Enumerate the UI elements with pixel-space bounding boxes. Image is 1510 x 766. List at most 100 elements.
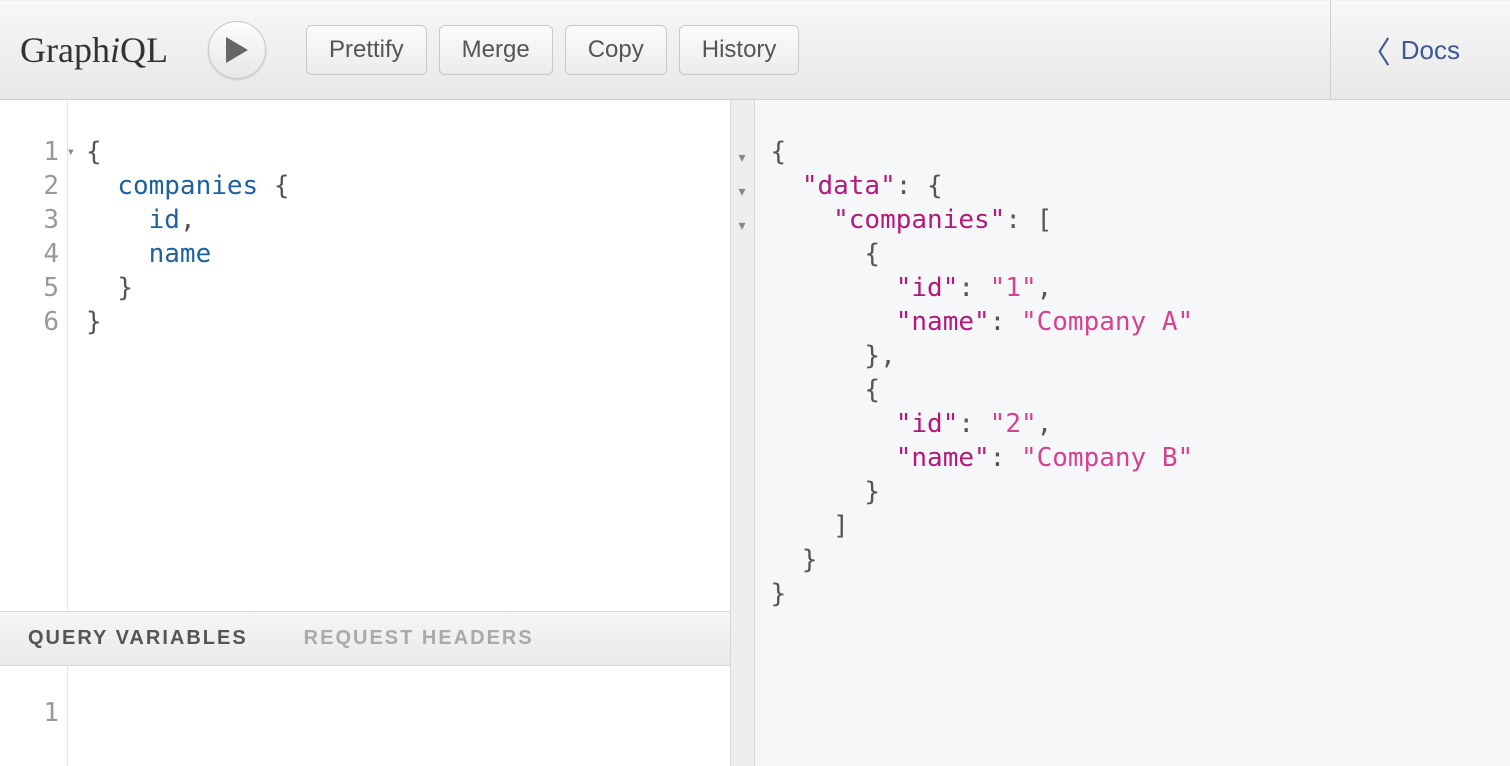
json-punc: }: [771, 545, 818, 575]
json-punc: : {: [896, 171, 943, 201]
json-punc: ,: [1037, 409, 1053, 439]
fold-marker-icon[interactable]: ▾: [738, 174, 745, 208]
line-number: 2: [0, 169, 59, 203]
line-number: 5: [0, 271, 59, 305]
json-punc: :: [990, 307, 1021, 337]
result-line: {: [771, 373, 1501, 407]
json-punc: ,: [1037, 273, 1053, 303]
code-line: }: [86, 271, 720, 305]
json-punc: [771, 171, 802, 201]
query-gutter: 123456: [0, 100, 68, 611]
json-punc: [771, 273, 896, 303]
json-punc: [771, 409, 896, 439]
split-drag-bar[interactable]: ▾▾▾: [731, 100, 755, 766]
field-token: companies: [117, 171, 258, 201]
result-line: "name": "Company A": [771, 305, 1501, 339]
punc-token: [86, 273, 117, 303]
result-line: "id": "1",: [771, 271, 1501, 305]
result-line: "id": "2",: [771, 407, 1501, 441]
json-punc: }: [771, 579, 787, 609]
json-punc: },: [771, 341, 896, 371]
json-punc: {: [771, 375, 881, 405]
punc-token: ,: [180, 205, 196, 235]
result-line: "data": {: [771, 169, 1501, 203]
json-key: "id": [896, 273, 959, 303]
code-line: }: [86, 305, 720, 339]
line-number: 6: [0, 305, 59, 339]
json-punc: :: [958, 409, 989, 439]
punc-token: [86, 205, 149, 235]
json-punc: : [: [1005, 205, 1052, 235]
variables-gutter: 1: [0, 666, 68, 766]
code-line: name: [86, 237, 720, 271]
result-line: }: [771, 577, 1501, 611]
docs-toggle[interactable]: 〈 Docs: [1330, 1, 1490, 99]
punc-token: }: [117, 273, 133, 303]
history-button[interactable]: History: [679, 25, 800, 75]
app-logo: GraphiQL: [20, 29, 168, 71]
query-codearea[interactable]: { companies { id, name }}: [68, 100, 730, 611]
execute-button[interactable]: [208, 21, 266, 79]
json-punc: [771, 307, 896, 337]
json-string: "Company B": [1021, 443, 1193, 473]
json-punc: }: [771, 477, 881, 507]
json-punc: {: [771, 239, 881, 269]
result-line: "companies": [: [771, 203, 1501, 237]
json-key: "name": [896, 443, 990, 473]
result-line: {: [771, 135, 1501, 169]
json-key: "id": [896, 409, 959, 439]
result-line: }: [771, 543, 1501, 577]
punc-token: }: [86, 307, 102, 337]
merge-button[interactable]: Merge: [439, 25, 553, 75]
logo-i: i: [110, 30, 120, 70]
copy-button[interactable]: Copy: [565, 25, 667, 75]
json-key: "companies": [833, 205, 1005, 235]
code-line: id,: [86, 203, 720, 237]
topbar: GraphiQL Prettify Merge Copy History 〈 D…: [0, 0, 1510, 100]
logo-suffix: QL: [120, 30, 168, 70]
play-icon: [226, 37, 248, 63]
line-number: 3: [0, 203, 59, 237]
json-key: "name": [896, 307, 990, 337]
punc-token: [86, 239, 149, 269]
editor-panel: 123456 { companies { id, name }} QUERY V…: [0, 100, 731, 766]
json-string: "1": [990, 273, 1037, 303]
chevron-left-icon: 〈: [1361, 28, 1391, 72]
json-string: "Company A": [1021, 307, 1193, 337]
json-punc: :: [958, 273, 989, 303]
result-line: },: [771, 339, 1501, 373]
code-line: companies {: [86, 169, 720, 203]
result-line: {: [771, 237, 1501, 271]
field-token: id: [149, 205, 180, 235]
logo-prefix: Graph: [20, 30, 110, 70]
variables-editor[interactable]: 1: [0, 666, 730, 766]
json-punc: {: [771, 137, 787, 167]
result-line: ]: [771, 509, 1501, 543]
tab-request-headers[interactable]: REQUEST HEADERS: [276, 627, 562, 650]
query-editor[interactable]: 123456 { companies { id, name }}: [0, 100, 730, 611]
variables-codearea[interactable]: [68, 666, 730, 766]
main-area: 123456 { companies { id, name }} QUERY V…: [0, 100, 1510, 766]
fold-marker-icon[interactable]: ▾: [738, 208, 745, 242]
json-string: "2": [990, 409, 1037, 439]
json-punc: :: [990, 443, 1021, 473]
json-punc: [771, 443, 896, 473]
punc-token: [86, 171, 117, 201]
line-number: 4: [0, 237, 59, 271]
result-panel: { "data": { "companies": [ { "id": "1", …: [755, 100, 1510, 766]
secondary-tabbar: QUERY VARIABLES REQUEST HEADERS: [0, 611, 730, 666]
prettify-button[interactable]: Prettify: [306, 25, 427, 75]
json-punc: ]: [771, 511, 849, 541]
json-key: "data": [802, 171, 896, 201]
line-number: 1: [0, 135, 59, 169]
result-line: }: [771, 475, 1501, 509]
docs-label: Docs: [1401, 35, 1460, 66]
fold-marker-icon[interactable]: ▾: [738, 140, 745, 174]
result-line: "name": "Company B": [771, 441, 1501, 475]
code-line: {: [86, 135, 720, 169]
json-punc: [771, 205, 834, 235]
tab-query-variables[interactable]: QUERY VARIABLES: [0, 627, 276, 650]
line-number: 1: [0, 696, 59, 730]
punc-token: {: [258, 171, 289, 201]
field-token: name: [149, 239, 212, 269]
